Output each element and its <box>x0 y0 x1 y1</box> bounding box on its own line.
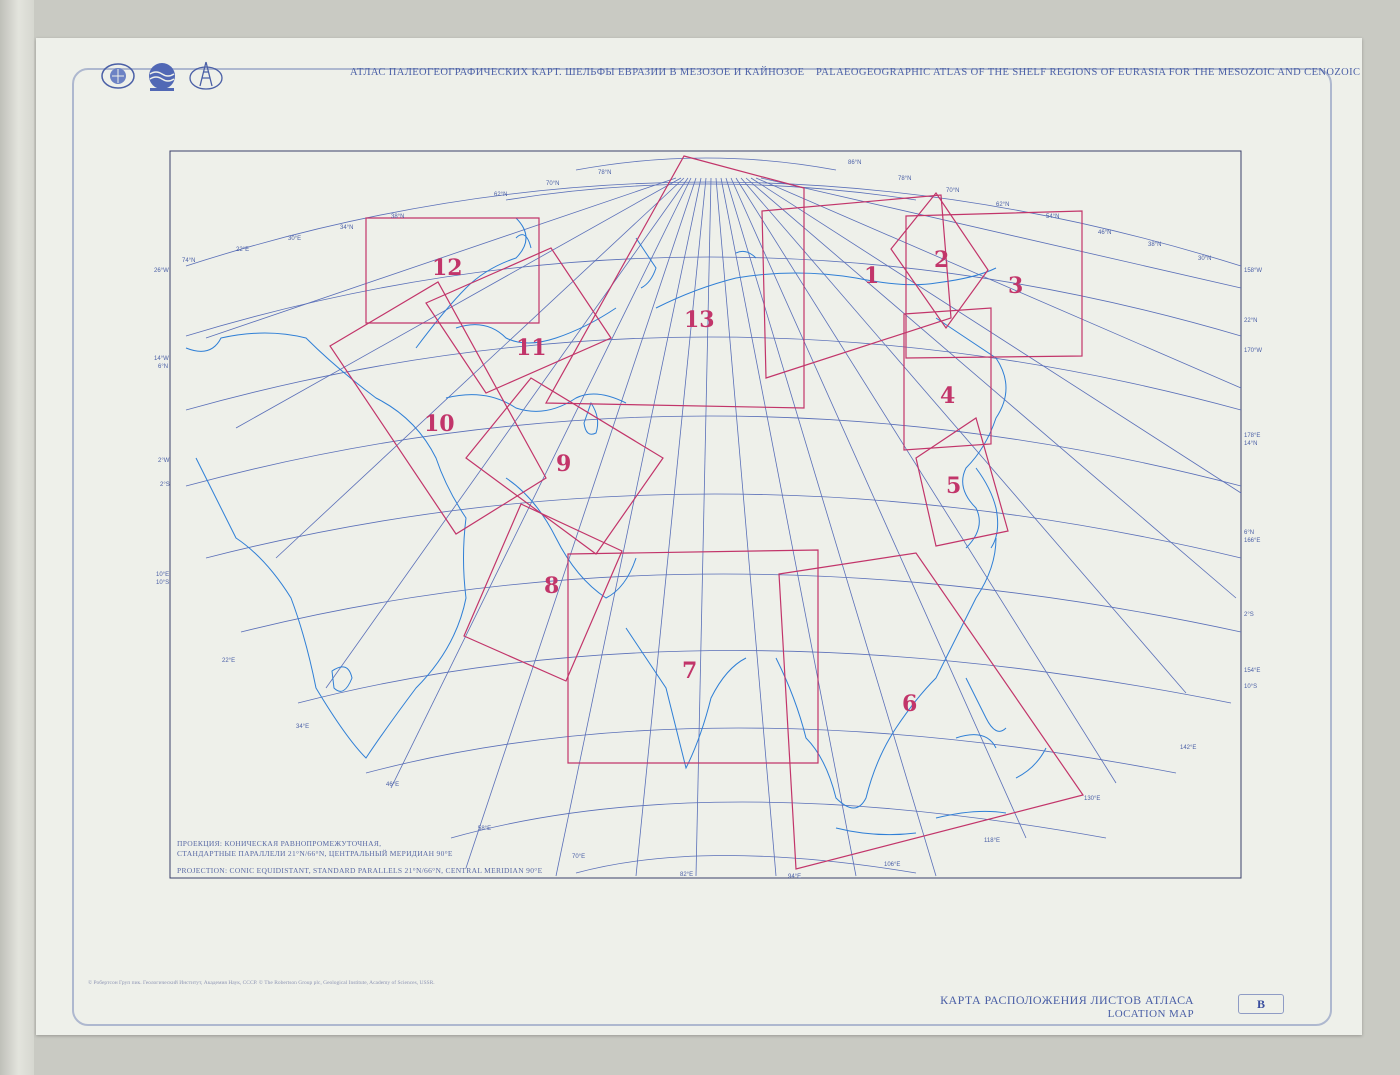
sheet-number-10: 10 <box>424 411 455 437</box>
grid-label: 38°N <box>1148 242 1161 248</box>
grid-label: 30°E <box>288 236 301 242</box>
grid-label: 46°E <box>386 782 399 788</box>
location-map: 12 11 10 9 8 7 6 5 4 3 2 1 13 74°N 22°E … <box>154 150 1262 880</box>
location-map-label-panel: КАРТА РАСПОЛОЖЕНИЯ ЛИСТОВ АТЛАСА LOCATIO… <box>940 986 1332 1026</box>
grid-label: 26°W <box>154 268 169 274</box>
sheet-number-1: 1 <box>864 263 879 289</box>
grid-label: 22°E <box>222 658 235 664</box>
grid-label: 54°N <box>1046 214 1059 220</box>
grid-label: 62°N <box>996 202 1009 208</box>
sheet-number-5: 5 <box>946 473 961 499</box>
grid-label: 170°W <box>1244 348 1262 354</box>
grid-label: 166°E <box>1244 538 1260 544</box>
sheet-number-6: 6 <box>902 691 917 717</box>
grid-label: 154°E <box>1244 668 1260 674</box>
copyright-line: © Робертсон Груп пик. Геологический Инст… <box>88 980 435 986</box>
location-map-title-ru: КАРТА РАСПОЛОЖЕНИЯ ЛИСТОВ АТЛАСА <box>940 993 1194 1007</box>
grid-label: 2°S <box>1244 612 1254 618</box>
grid-label: 74°N <box>182 258 195 264</box>
grid-label: 70°N <box>546 181 559 187</box>
grid-label: 142°E <box>1180 745 1196 751</box>
grid-label: 118°E <box>984 838 1000 844</box>
grid-label: 14°W <box>154 356 169 362</box>
sheet-number-7: 7 <box>682 658 697 684</box>
grid-label: 22°N <box>1244 318 1257 324</box>
sheet-number-11: 11 <box>516 335 547 361</box>
projection-ru-line1: ПРОЕКЦИЯ: КОНИЧЕСКАЯ РАВНОПРОМЕЖУТОЧНАЯ, <box>177 839 382 848</box>
map-frame <box>169 150 1242 879</box>
grid-label: 14°N <box>1244 441 1257 447</box>
sheet-number-12: 12 <box>432 255 463 281</box>
grid-label: 158°W <box>1244 268 1262 274</box>
sheet-number-2: 2 <box>934 247 949 273</box>
grid-label: 2°S <box>160 482 170 488</box>
grid-label: 46°N <box>1098 230 1111 236</box>
grid-label: 78°N <box>898 176 911 182</box>
grid-label: 130°E <box>1084 796 1100 802</box>
grid-label: 34°N <box>340 225 353 231</box>
grid-label: 94°E <box>788 874 801 880</box>
grid-label: 22°E <box>236 247 249 253</box>
sheet-number-4: 4 <box>940 383 955 409</box>
grid-label: 70°E <box>572 854 585 860</box>
grid-label: 82°E <box>680 872 693 878</box>
grid-label: 2°W <box>158 458 170 464</box>
grid-label: 58°E <box>478 826 491 832</box>
grid-label: 38°N <box>391 214 404 220</box>
sheet-1-outline <box>761 194 952 379</box>
grid-label: 178°E <box>1244 433 1260 439</box>
projection-note: ПРОЕКЦИЯ: КОНИЧЕСКАЯ РАВНОПРОМЕЖУТОЧНАЯ,… <box>177 839 542 876</box>
grid-label: 34°E <box>296 724 309 730</box>
sheet-number-8: 8 <box>544 573 559 599</box>
grid-label: 10°S <box>156 580 169 586</box>
sheet-number-13: 13 <box>684 307 715 333</box>
binding-gutter <box>0 0 34 1075</box>
location-map-title-en: LOCATION MAP <box>1107 1008 1194 1020</box>
grid-label: 10°E <box>156 572 169 578</box>
grid-label: 6°N <box>158 364 168 370</box>
grid-label: 62°N <box>494 192 507 198</box>
sheet-3-outline <box>905 210 1083 359</box>
sheet-number-3: 3 <box>1008 273 1023 299</box>
projection-ru-line2: СТАНДАРТНЫЕ ПАРАЛЛЕЛИ 21°N/66°N, ЦЕНТРАЛ… <box>177 849 453 858</box>
grid-label: 106°E <box>884 862 900 868</box>
projection-en: PROJECTION: CONIC EQUIDISTANT, STANDARD … <box>177 866 543 875</box>
sheet-7-outline <box>567 549 819 764</box>
grid-label: 70°N <box>946 188 959 194</box>
sheet-5-outline <box>915 417 1009 547</box>
atlas-page: АТЛАС ПАЛЕОГЕОГРАФИЧЕСКИХ КАРТ. ШЕЛЬФЫ Е… <box>36 38 1362 1035</box>
grid-label: 78°N <box>598 170 611 176</box>
sheet-numbers: 12 11 10 9 8 7 6 5 4 3 2 1 13 <box>424 247 1023 717</box>
grid-label: 30°N <box>1198 256 1211 262</box>
sheet-6-outline <box>778 552 1084 870</box>
sheet-number-9: 9 <box>556 451 571 477</box>
sheet-letter-badge: B <box>1238 994 1284 1014</box>
graticule <box>185 157 1242 877</box>
grid-label: 10°S <box>1244 684 1257 690</box>
grid-label: 86°N <box>848 160 861 166</box>
grid-label: 6°N <box>1244 530 1254 536</box>
